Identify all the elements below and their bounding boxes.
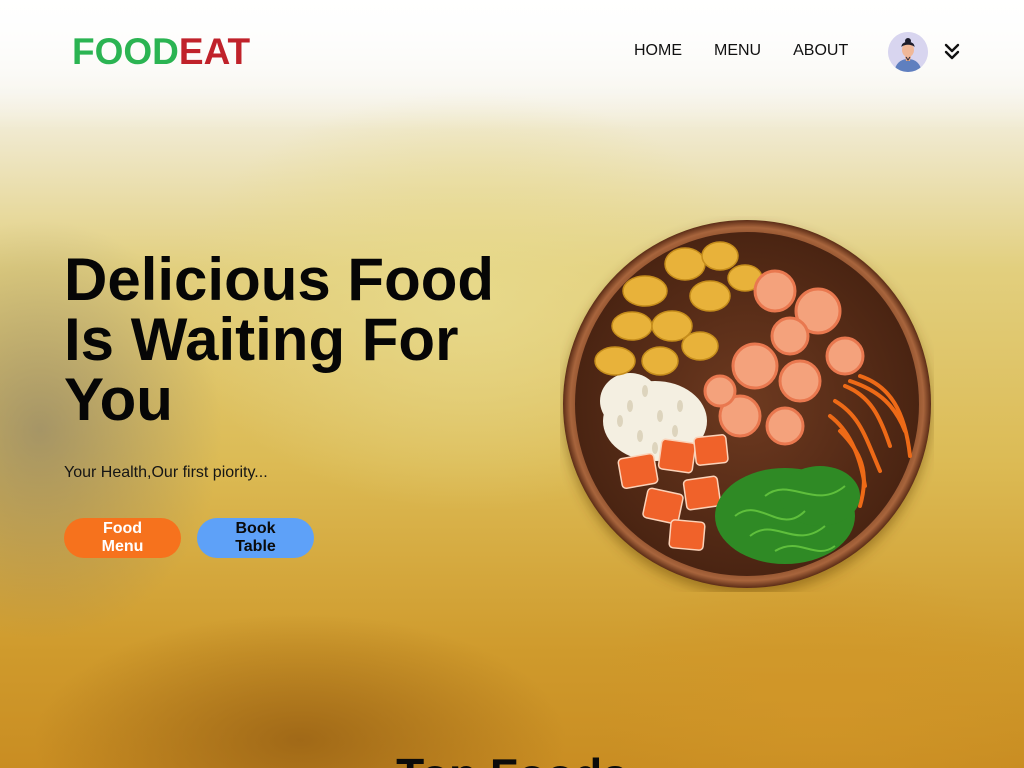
hero-subtitle: Your Health,Our first piority... bbox=[64, 464, 268, 481]
food-menu-button[interactable]: Food Menu bbox=[64, 518, 181, 558]
hero-title-line-2: Is Waiting For bbox=[64, 306, 459, 373]
logo-part-eat: EAT bbox=[178, 31, 251, 72]
hero-title-line-1: Delicious Food bbox=[64, 246, 495, 313]
top-foods-section-title: Top Foods bbox=[0, 752, 1024, 768]
logo-part-food: FOOD bbox=[72, 31, 179, 72]
main-nav: HOME MENU ABOUT bbox=[634, 42, 848, 60]
food-bowl-image bbox=[560, 216, 934, 592]
nav-home[interactable]: HOME bbox=[634, 42, 682, 60]
user-avatar-icon[interactable] bbox=[888, 32, 928, 72]
hero-title: Delicious Food Is Waiting For You bbox=[64, 250, 544, 430]
page: FOODEAT HOME MENU ABOUT Delicious Food I… bbox=[0, 0, 1024, 768]
double-chevron-down-icon[interactable] bbox=[944, 43, 960, 61]
logo[interactable]: FOODEAT bbox=[72, 31, 250, 73]
book-table-button[interactable]: Book Table bbox=[197, 518, 314, 558]
hero-title-line-3: You bbox=[64, 366, 173, 433]
nav-about[interactable]: ABOUT bbox=[793, 42, 848, 60]
nav-menu[interactable]: MENU bbox=[714, 42, 761, 60]
